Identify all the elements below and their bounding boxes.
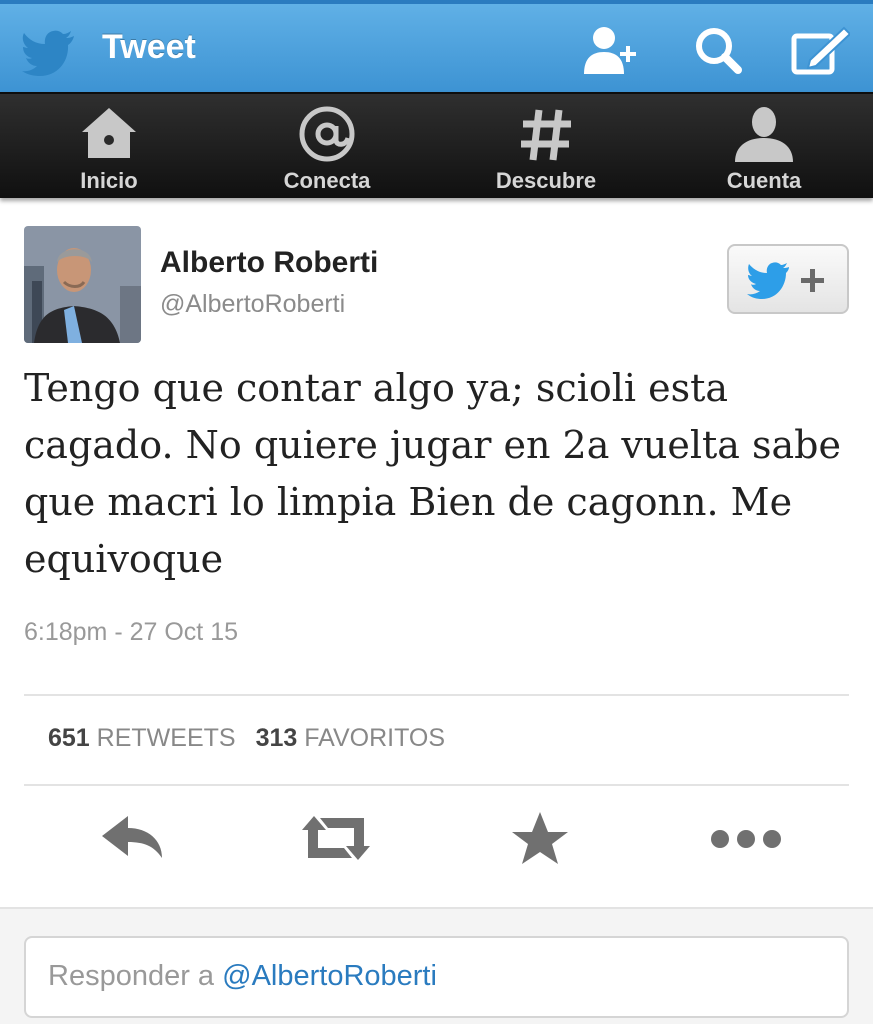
tweet-timestamp: 6:18pm - 27 Oct 15 [24,618,239,646]
follow-bird-plus-icon [747,262,824,299]
tweet-text: Tengo que contar algo ya; scioli esta ca… [24,366,841,581]
nav-label-cuenta: Cuenta [726,168,802,193]
divider [24,784,849,786]
favorites-stat[interactable]: 313 FAVORITOS [256,724,445,752]
nav-item-inicio[interactable]: Inicio [19,94,199,200]
home-icon [78,104,140,164]
reply-placeholder-prefix: Responder a [48,960,215,992]
reply-area: Responder a @AlbertoRoberti [0,907,873,1024]
nav-label-conecta: Conecta [283,168,371,193]
main-nav: Inicio Conecta Descubre Cuenta [0,92,873,198]
reply-placeholder: Responder a @AlbertoRoberti [48,960,437,993]
retweets-stat[interactable]: 651 RETWEETS [48,724,236,752]
author-name[interactable]: Alberto Roberti [160,246,378,280]
more-icon[interactable] [706,806,786,870]
compose-icon[interactable] [790,24,852,78]
twitter-bird-icon[interactable] [22,30,78,76]
reply-placeholder-mention: @AlbertoRoberti [222,960,437,992]
add-user-icon[interactable] [582,24,642,78]
reply-icon[interactable] [92,806,172,870]
page-title: Tweet [102,28,196,66]
favorites-label: FAVORITOS [304,724,446,752]
favorites-count: 313 [255,724,298,752]
search-icon[interactable] [690,24,750,78]
avatar[interactable] [24,226,141,343]
retweet-icon[interactable] [296,806,376,870]
retweets-count: 651 [48,724,90,752]
nav-item-descubre[interactable]: Descubre [456,94,636,200]
person-icon [733,104,795,164]
retweets-label: RETWEETS [96,724,236,752]
follow-button[interactable] [727,244,849,314]
title-bar: Tweet [0,0,873,92]
favorite-star-icon[interactable] [500,806,580,870]
nav-label-inicio: Inicio [80,168,138,193]
author-handle[interactable]: @AlbertoRoberti [160,290,345,319]
nav-label-descubre: Descubre [495,168,597,193]
hashtag-icon [515,104,577,164]
nav-item-conecta[interactable]: Conecta [237,94,417,200]
nav-item-cuenta[interactable]: Cuenta [674,94,854,200]
tweet-stats: 651 RETWEETS 313 FAVORITOS [48,724,445,753]
at-icon [296,104,358,164]
reply-input[interactable]: Responder a @AlbertoRoberti [24,936,849,1018]
divider [24,694,849,696]
